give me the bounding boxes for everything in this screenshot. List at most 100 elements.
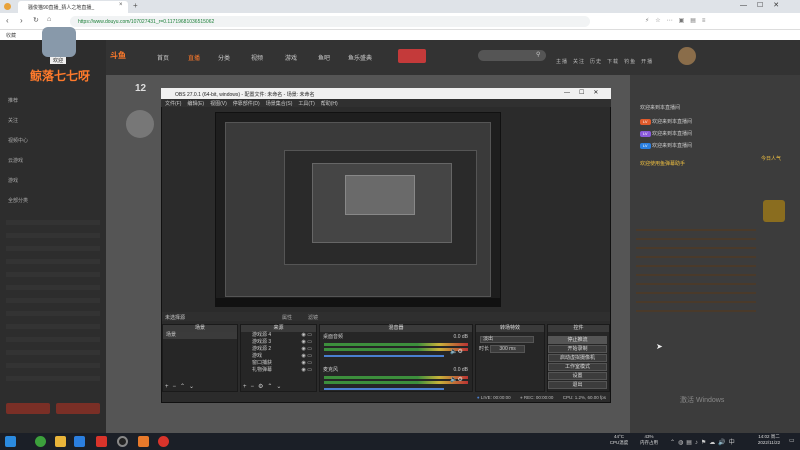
header-icons-row[interactable]: 主播 关注 历史 下载 钓鱼 开播 <box>556 58 666 65</box>
memory-label: 内存占用 <box>640 440 658 445</box>
eye-icon[interactable]: ◉ ▭ <box>302 339 312 346</box>
obs-taskbar-icon[interactable] <box>117 436 128 447</box>
filters-button[interactable]: 滤镜 <box>308 314 318 321</box>
eye-icon[interactable]: ◉ ▭ <box>302 346 312 353</box>
obs-menu-item[interactable]: 帮助(H) <box>321 101 338 107</box>
eye-icon[interactable]: ◉ ▭ <box>302 360 312 367</box>
sidebar-item-3[interactable]: 视频中心 <box>8 137 100 146</box>
bookmark-bar[interactable]: 收藏 <box>0 30 800 40</box>
sidebar-grid <box>6 212 100 382</box>
obs-menu-item[interactable]: 视图(V) <box>210 101 227 107</box>
speaker-icon[interactable]: 🔈⚙ <box>450 348 463 355</box>
close-tab-icon[interactable]: × <box>119 2 123 8</box>
obs-menu-item[interactable]: 工具(T) <box>298 101 314 107</box>
eye-icon[interactable]: ◉ ▭ <box>302 353 312 360</box>
chat-text: 欢迎来到本直播间 <box>640 105 681 111</box>
user-avatar[interactable] <box>42 27 76 57</box>
sources-add-icon[interactable]: +−⚙⌃⌄ <box>243 383 285 390</box>
tray-icons[interactable]: ⌃◍▤♪⚑☁🔊中 <box>670 437 738 446</box>
header-icon-label[interactable]: 关注 <box>573 59 585 65</box>
file-explorer-icon[interactable] <box>55 436 66 447</box>
obs-menu-item[interactable]: 场景集合(S) <box>266 101 293 107</box>
start-icon[interactable] <box>5 436 16 447</box>
new-tab-icon[interactable]: + <box>133 1 138 10</box>
search-icon[interactable]: ⚲ <box>536 51 540 58</box>
header-icon-label[interactable]: 主播 <box>556 59 568 65</box>
nav-item-4[interactable]: 视频 <box>251 53 263 62</box>
source-item[interactable]: 窗口捕获 ◉ ▭ <box>241 360 316 367</box>
nav-item-6[interactable]: 鱼吧 <box>318 53 330 62</box>
address-bar[interactable]: https://www.douyu.com/107027431_r=0.1171… <box>70 16 590 27</box>
eye-icon[interactable]: ◉ ▭ <box>302 332 312 339</box>
reload-icon[interactable]: ↻ <box>33 16 39 24</box>
duration-label: 时长 <box>479 346 490 352</box>
nav-item-3[interactable]: 分类 <box>218 53 230 62</box>
obs-menu-item[interactable]: 停靠部件(D) <box>233 101 260 107</box>
home-icon[interactable]: ⌂ <box>47 16 51 23</box>
douyu-taskbar-icon[interactable] <box>158 436 169 447</box>
volume-slider[interactable] <box>324 355 444 357</box>
streamer-avatar[interactable] <box>126 110 154 138</box>
sidebar-item-2[interactable]: 关注 <box>8 117 100 126</box>
source-item[interactable]: 礼物弹幕 ◉ ▭ <box>241 367 316 374</box>
cpu-temp-label: CPU温度 <box>609 440 629 445</box>
speaker-icon[interactable]: 🔈⚙ <box>450 376 463 383</box>
sidebar-button-left[interactable] <box>6 403 50 414</box>
settings-button[interactable]: 设置 <box>548 372 607 380</box>
start-recording-button[interactable]: 开始录制 <box>548 345 607 353</box>
volume-slider[interactable] <box>324 388 444 390</box>
scene-item[interactable]: 场景 <box>163 332 237 339</box>
forward-icon[interactable]: › <box>20 16 23 25</box>
sidebar-button-right[interactable] <box>56 403 100 414</box>
window-controls[interactable]: —☐✕ <box>740 1 789 9</box>
header-icon-label[interactable]: 开播 <box>641 59 653 65</box>
duration-input[interactable]: 300 ms <box>490 345 525 353</box>
user-badge: 欢迎 <box>50 57 67 64</box>
source-item[interactable]: 游戏源 2 ◉ ▭ <box>241 346 316 353</box>
extension-icons[interactable]: ⚡☆⋯▣▤≡ <box>645 17 711 24</box>
eye-icon[interactable]: ◉ ▭ <box>302 367 312 374</box>
source-item[interactable]: 游戏 ◉ ▭ <box>241 353 316 360</box>
header-icon-label[interactable]: 钓鱼 <box>624 59 636 65</box>
app-icon[interactable] <box>138 436 149 447</box>
wps-icon[interactable] <box>96 436 107 447</box>
nav-item-5[interactable]: 游戏 <box>285 53 297 62</box>
channel-label: 麦克风 <box>323 367 339 373</box>
header-icon-label[interactable]: 下载 <box>607 59 619 65</box>
sidebar-item-6[interactable]: 全部分类 <box>8 197 100 206</box>
obs-menu-item[interactable]: 编辑(E) <box>187 101 204 107</box>
exit-button[interactable]: 退出 <box>548 381 607 389</box>
back-icon[interactable]: ‹ <box>6 16 9 25</box>
studio-mode-button[interactable]: 工作室模式 <box>548 363 607 371</box>
scenes-add-icon[interactable]: +−⌃⌄ <box>165 383 198 390</box>
obs-menu-item[interactable]: 文件(F) <box>165 101 181 107</box>
header-promo[interactable] <box>398 49 426 63</box>
volume-meter <box>324 343 468 346</box>
obs-window-controls[interactable]: —☐✕ <box>564 89 607 96</box>
virtual-camera-button[interactable]: 启动虚拟摄像机 <box>548 354 607 362</box>
nav-item-1[interactable]: 首页 <box>157 53 169 62</box>
clock[interactable]: 14:02 周二 2022/11/22 <box>752 434 786 446</box>
douyu-logo[interactable]: 斗鱼 <box>110 50 126 61</box>
stop-streaming-button[interactable]: 停止推流 <box>548 336 607 344</box>
header-icon-label[interactable]: 历史 <box>590 59 602 65</box>
sidebar-item-5[interactable]: 游戏 <box>8 177 100 186</box>
mouse-cursor-icon: ➤ <box>656 342 663 351</box>
gift-icon[interactable] <box>763 200 785 222</box>
header-avatar[interactable] <box>678 47 696 65</box>
source-item[interactable]: 游戏源 4 ◉ ▭ <box>241 332 316 339</box>
nav-item-7[interactable]: 鱼乐盛典 <box>348 53 372 62</box>
sidebar-item-4[interactable]: 云游戏 <box>8 157 100 166</box>
bookmark-label[interactable]: 收藏 <box>6 33 16 39</box>
chat-text: 欢迎来到本直播间 <box>652 143 693 149</box>
app-icon[interactable] <box>35 436 46 447</box>
source-label: 游戏源 3 <box>252 339 272 345</box>
sidebar-item-1[interactable]: 推荐 <box>8 97 100 106</box>
notification-icon[interactable]: ▭ <box>789 437 795 444</box>
properties-button[interactable]: 属性 <box>282 314 292 321</box>
source-item[interactable]: 游戏源 3 ◉ ▭ <box>241 339 316 346</box>
browser-tab[interactable]: 骚俊猫90直播_猜人之地直播_ <box>18 1 128 13</box>
check-app-icon[interactable] <box>74 436 85 447</box>
transition-select[interactable]: 淡出 <box>480 336 534 343</box>
nav-item-2[interactable]: 直播 <box>188 53 200 62</box>
